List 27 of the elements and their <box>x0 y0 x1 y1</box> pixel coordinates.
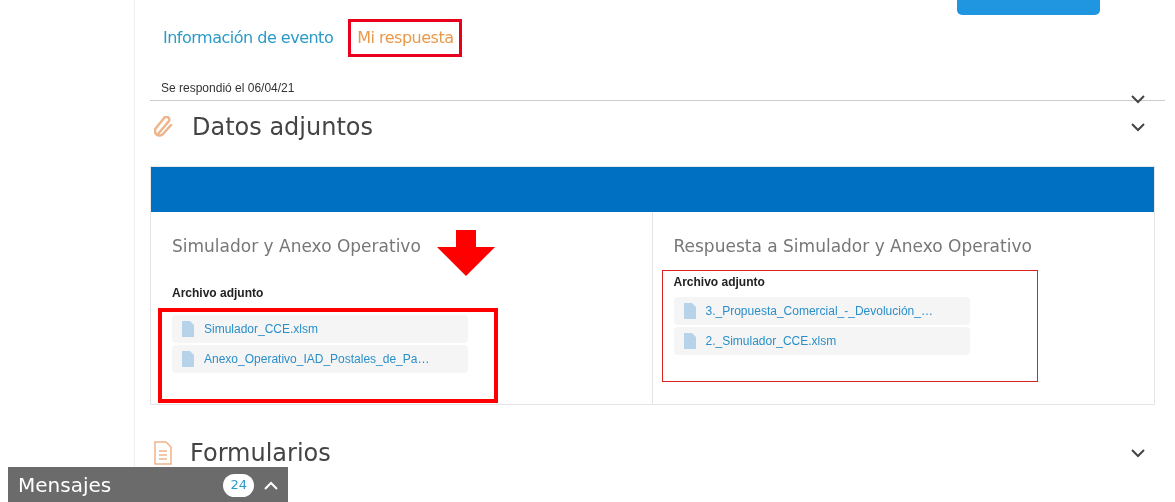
file-link[interactable]: Anexo_Operativo_IAD_Postales_de_Pa… <box>172 345 468 373</box>
arrow-down-icon <box>436 230 495 276</box>
chevron-down-icon[interactable] <box>1131 448 1145 458</box>
section-title: Datos adjuntos <box>192 112 374 143</box>
column-title: Simulador y Anexo Operativo <box>172 235 421 258</box>
chevron-up-icon[interactable] <box>264 480 278 490</box>
tab[interactable]: Información de evento <box>154 19 343 57</box>
message-count: 24 <box>223 473 254 497</box>
file-link[interactable]: 2._Simulador_CCE.xlsm <box>673 326 970 355</box>
paperclip-icon <box>154 116 174 138</box>
chevron-down-icon[interactable] <box>1131 122 1145 132</box>
file-icon <box>182 351 194 367</box>
chevron-down-icon[interactable] <box>1131 95 1145 104</box>
messages-bar[interactable]: Mensajes 24 <box>8 467 288 502</box>
attachment-label: Archivo adjunto <box>673 273 766 291</box>
section-title: Formularios <box>190 438 331 469</box>
document-icon <box>154 441 172 465</box>
column-title: Respuesta a Simulador y Anexo Operativo <box>673 235 1032 258</box>
file-icon <box>683 332 696 349</box>
file-link[interactable]: 3._Propuesta_Comercial_-_Devolución_… <box>673 296 970 325</box>
file-icon <box>683 302 696 319</box>
attachment-label: Archivo adjunto <box>172 285 265 302</box>
tab[interactable]: Mi respuesta <box>348 19 463 57</box>
messages-label: Mensajes <box>18 472 112 499</box>
response-date: Se respondió el 06/04/21 <box>161 80 295 97</box>
file-link[interactable]: Simulador_CCE.xlsm <box>172 315 468 343</box>
file-icon <box>182 321 194 337</box>
